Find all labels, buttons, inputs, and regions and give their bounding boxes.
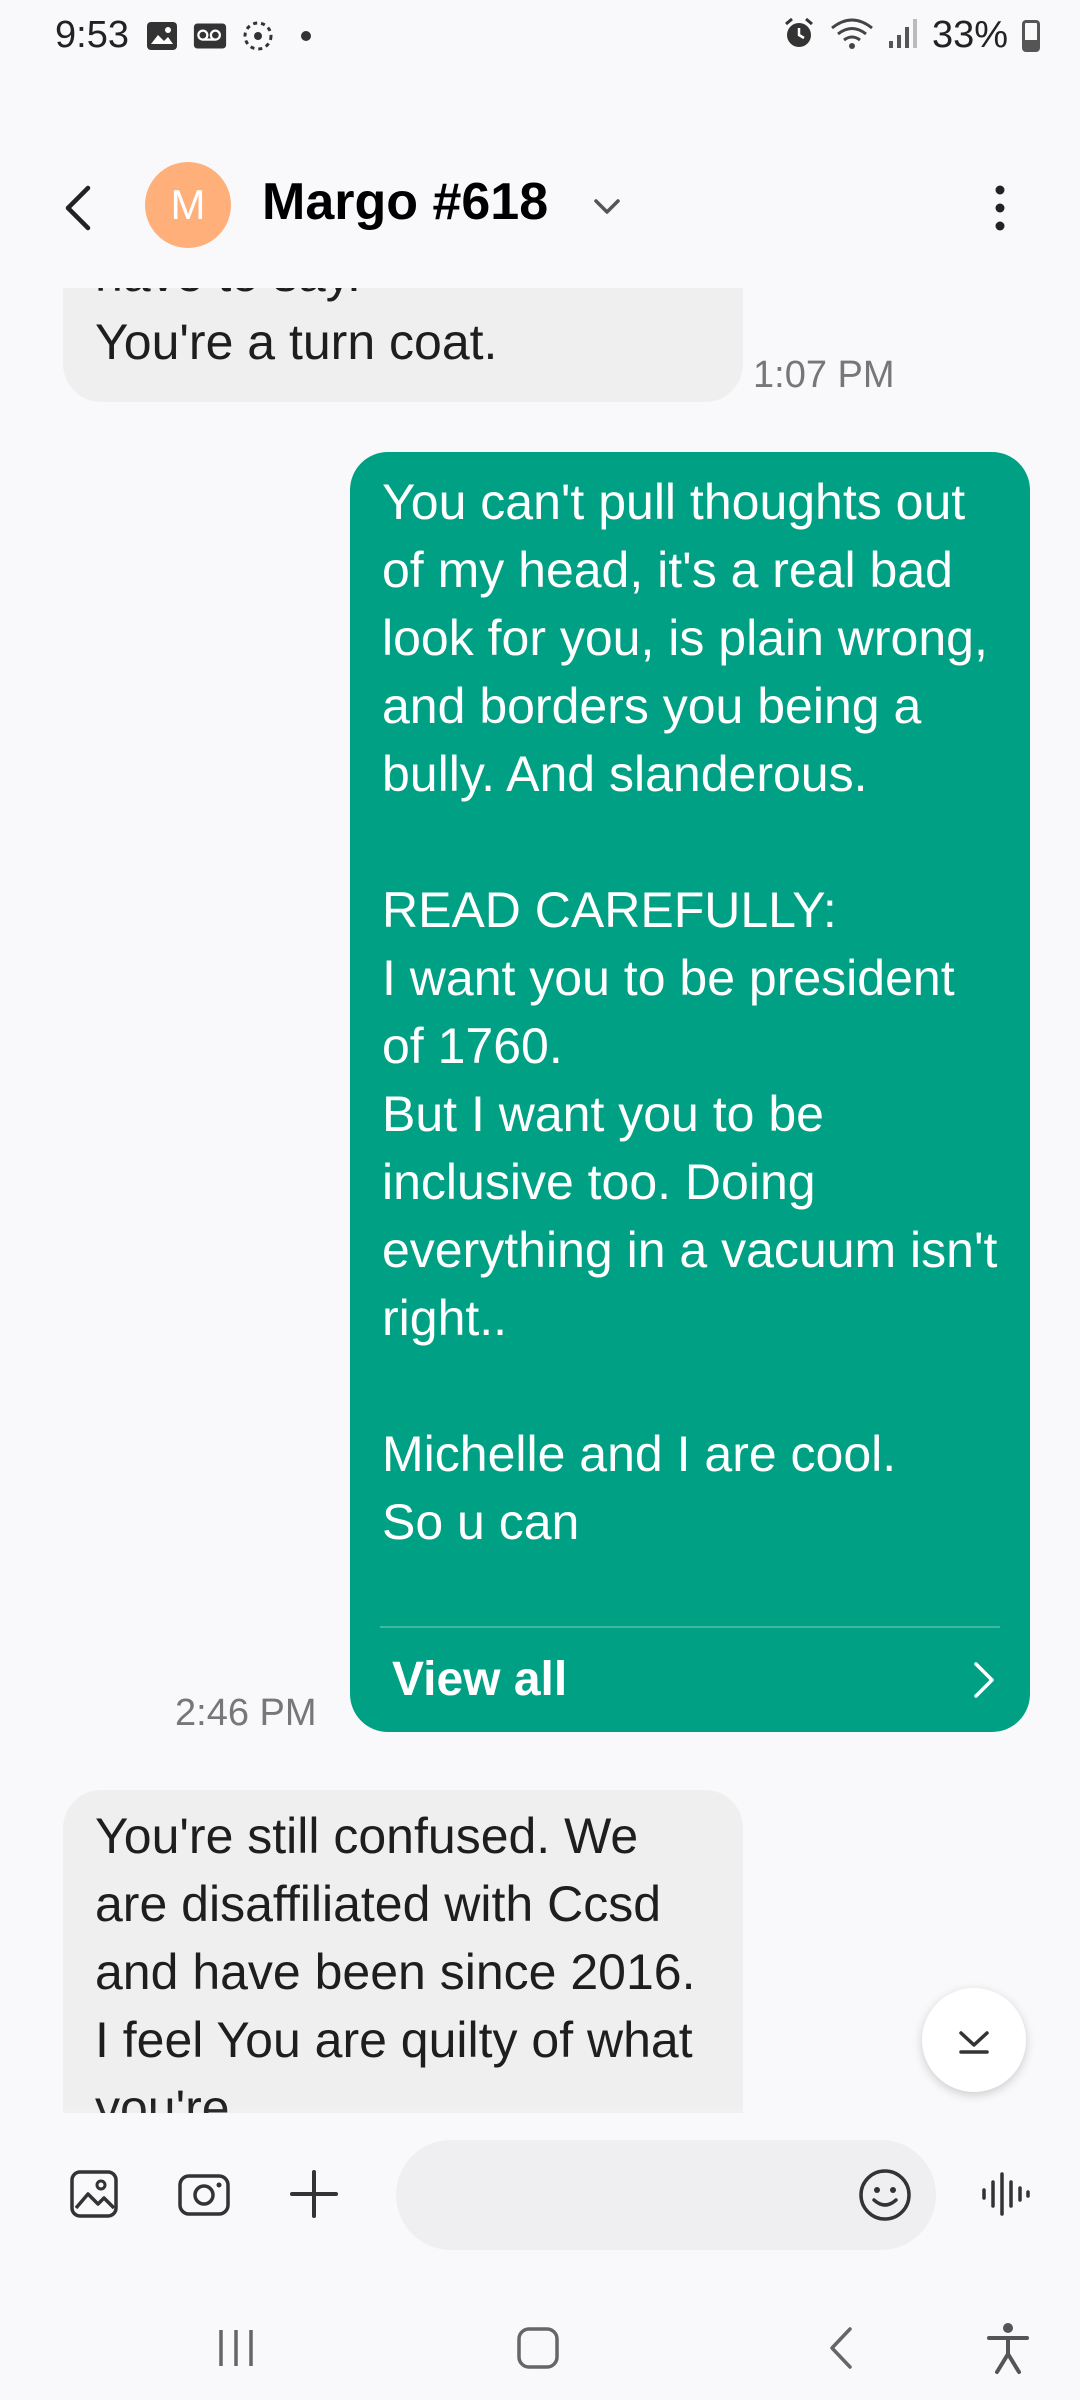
emoji-button[interactable]	[856, 2166, 914, 2224]
status-icons-right: 33%	[782, 14, 1040, 57]
accessibility-icon	[987, 2323, 1029, 2374]
message-input[interactable]	[396, 2140, 936, 2250]
emoji-icon	[859, 2169, 911, 2221]
view-all-button[interactable]: View all	[380, 1626, 1000, 1732]
gallery-button[interactable]	[62, 2162, 126, 2226]
incoming-message[interactable]: You're still confused. We are disaffilia…	[63, 1790, 743, 2113]
signal-icon	[888, 17, 918, 54]
home-button[interactable]	[498, 2308, 578, 2388]
status-icons-left	[145, 20, 323, 52]
scroll-to-bottom-button[interactable]	[922, 1988, 1026, 2092]
voice-waveform-icon	[982, 2172, 1030, 2216]
message-list[interactable]: have to say. You're a turn coat. 1:07 PM…	[0, 288, 1080, 2113]
recent-apps-icon	[219, 2330, 253, 2366]
status-bar: 9:53 33%	[0, 0, 1080, 80]
home-icon	[517, 2327, 559, 2369]
chevron-down-icon[interactable]	[590, 190, 624, 224]
chevron-right-icon	[974, 1662, 994, 1698]
alarm-icon	[782, 16, 816, 55]
more-vertical-icon	[995, 185, 1005, 231]
chevron-down-icon	[959, 2031, 989, 2054]
more-options-button[interactable]	[980, 178, 1020, 238]
voice-record-button[interactable]	[974, 2162, 1038, 2226]
camera-icon	[178, 2174, 230, 2216]
back-nav-button[interactable]	[802, 2308, 882, 2388]
message-composer	[0, 2120, 1080, 2280]
back-button[interactable]	[50, 178, 110, 238]
message-timestamp: 1:07 PM	[753, 354, 895, 396]
battery-percentage: 33%	[931, 14, 1008, 56]
status-time: 9:53	[55, 14, 129, 56]
incoming-message[interactable]: have to say. You're a turn coat.	[63, 288, 743, 402]
battery-icon	[1022, 19, 1040, 52]
sync-icon	[241, 20, 275, 52]
accessibility-button[interactable]	[968, 2308, 1048, 2388]
gallery-icon	[70, 2170, 118, 2218]
wifi-icon	[830, 16, 874, 55]
plus-icon	[290, 2170, 338, 2218]
dot-icon	[289, 20, 323, 52]
image-notification-icon	[145, 20, 179, 52]
back-nav-icon	[830, 2327, 852, 2369]
camera-button[interactable]	[172, 2162, 236, 2226]
outgoing-message[interactable]: You can't pull thoughts out of my head, …	[350, 452, 1030, 1732]
voicemail-icon	[193, 20, 227, 52]
attach-button[interactable]	[282, 2162, 346, 2226]
conversation-header: M Margo #618	[0, 150, 1080, 260]
message-timestamp: 2:46 PM	[175, 1692, 317, 1734]
outgoing-message-text: You can't pull thoughts out of my head, …	[382, 474, 998, 1550]
contact-avatar[interactable]: M	[145, 162, 231, 248]
system-navigation-bar	[0, 2290, 1080, 2400]
contact-name[interactable]: Margo #618	[262, 172, 548, 232]
recent-apps-button[interactable]	[196, 2308, 276, 2388]
avatar-letter: M	[170, 181, 206, 228]
view-all-label: View all	[392, 1653, 568, 1706]
back-arrow-icon	[65, 185, 91, 231]
